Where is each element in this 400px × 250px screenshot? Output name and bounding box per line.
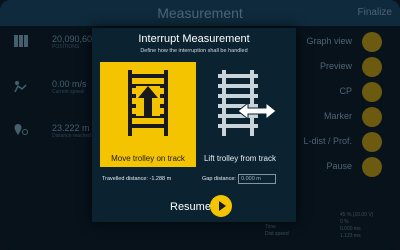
finalize-button[interactable]: Finalize [358, 7, 392, 18]
dialog-subtitle: Define how the interruption shall be han… [140, 48, 248, 54]
app-screen: Measurement Finalize 20,090,605 POSITION… [0, 0, 400, 250]
marker-icon [362, 107, 382, 127]
metric-label: POSITIONS [52, 44, 80, 50]
interrupt-dialog: Interrupt Measurement Define how the int… [92, 28, 296, 222]
lift-trolley-option[interactable]: Lift trolley from track [192, 62, 288, 167]
graph-icon [362, 32, 382, 52]
dialog-title: Interrupt Measurement [138, 33, 250, 45]
info-line: 0 % [340, 219, 349, 225]
resume-label: Resume [170, 201, 211, 213]
metric-label: Distance reached [52, 133, 91, 139]
info-line: 45 % (10.00 V) [340, 212, 374, 218]
pause-icon [362, 157, 382, 177]
location-icon [14, 123, 28, 135]
page-title: Measurement [157, 5, 243, 21]
side-item-label: Marker [323, 111, 352, 121]
track-move-icon [128, 70, 168, 136]
preview-icon [362, 57, 382, 77]
positions-icon [14, 34, 28, 47]
speed-icon [14, 79, 28, 93]
lift-option-label: Lift trolley from track [203, 154, 276, 163]
info-line: Dist speed [265, 231, 289, 237]
side-item-label: Graph view [306, 36, 352, 46]
gap-distance-input[interactable] [238, 174, 276, 184]
info-line: 1.123 ms [340, 233, 361, 239]
metric-label: Current speed [52, 89, 84, 95]
cp-icon [362, 82, 382, 102]
status-info: 45 % (10.00 V) 0 % 0.000 ms 1.123 ms [340, 212, 373, 240]
gap-distance-label: Gap distance: [202, 176, 236, 182]
bottom-info: Time Dist speed [265, 224, 289, 238]
side-item-label: L-dist / Prof. [303, 136, 352, 146]
side-item-label: CP [339, 86, 352, 96]
metric-value: 0.00 m/s [52, 79, 87, 89]
travelled-distance: Travelled distance: -1.288 m [102, 176, 172, 182]
info-line: Time [265, 224, 276, 230]
move-option-label: Move trolley on track [111, 154, 185, 163]
side-item-label: Preview [319, 61, 352, 71]
move-trolley-option[interactable]: Move trolley on track [100, 62, 196, 167]
metric-value: 23.222 m [52, 123, 90, 133]
app-header: Measurement Finalize [0, 0, 400, 26]
info-line: 0.000 ms [340, 226, 361, 232]
side-item-label: Pause [326, 161, 352, 171]
profile-icon [362, 132, 382, 152]
track-lift-icon [218, 70, 277, 136]
metric-value: 20,090,605 [52, 34, 98, 44]
resume-button[interactable] [210, 195, 232, 217]
